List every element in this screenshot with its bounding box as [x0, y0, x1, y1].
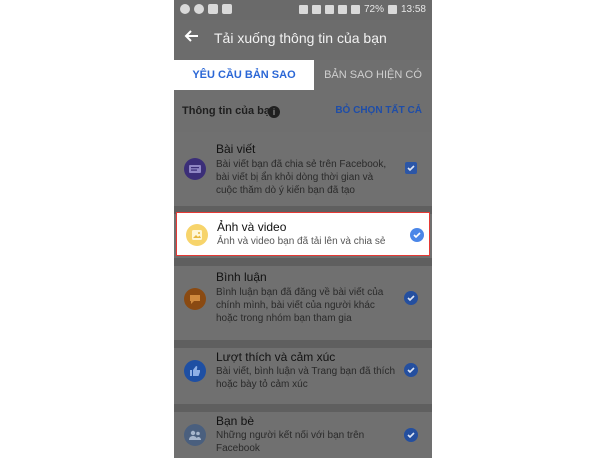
item-description: Bình luận bạn đã đăng về bài viết của ch…	[216, 287, 384, 324]
comments-icon	[184, 288, 206, 310]
list-item-photos-videos[interactable]: Ảnh và video Ảnh và video bạn đã tải lên…	[176, 212, 430, 256]
info-icon[interactable]: i	[268, 106, 280, 118]
system-icons: 72% 13:58	[298, 4, 426, 15]
alarm-icon	[324, 5, 334, 14]
checkbox-checked-icon[interactable]	[404, 363, 418, 377]
clock: 13:58	[400, 4, 426, 15]
checkbox-checked-icon[interactable]	[405, 162, 417, 174]
gallery-notification-icon	[208, 4, 218, 14]
list-item-likes-reactions[interactable]: Lượt thích và cảm xúc Bài viết, bình luậ…	[174, 348, 432, 404]
checkbox-checked-icon[interactable]	[404, 291, 418, 305]
mute-icon	[311, 5, 321, 14]
list-item-posts[interactable]: Bài viết Bài viết bạn đã chia sẻ trên Fa…	[174, 132, 432, 206]
battery-percent: 72%	[363, 4, 384, 15]
list-item-friends[interactable]: Bạn bè Những người kết nối với bạn trên …	[174, 412, 432, 458]
page-title: Tải xuống thông tin của bạn	[214, 30, 387, 46]
facebook-notification-icon	[180, 4, 190, 14]
item-description: Ảnh và video bạn đã tải lên và chia sẻ	[217, 236, 386, 247]
deselect-all-button[interactable]: BỎ CHỌN TẤT CẢ	[335, 105, 422, 116]
item-description: Những người kết nối với bạn trên Faceboo…	[216, 430, 365, 454]
checkbox-checked-icon[interactable]	[404, 428, 418, 442]
divider	[174, 258, 432, 266]
item-description: Bài viết bạn đã chia sẻ trên Facebook, b…	[216, 159, 387, 196]
item-title: Bạn bè	[216, 414, 255, 428]
like-icon	[184, 360, 206, 382]
signal-icon	[350, 5, 360, 14]
tab-available-copies[interactable]: BẢN SAO HIỆN CÓ	[314, 60, 432, 90]
photos-icon	[186, 224, 208, 246]
tab-bar: YÊU CẦU BẢN SAO BẢN SAO HIỆN CÓ	[174, 60, 432, 90]
divider	[174, 404, 432, 412]
item-title: Ảnh và video	[217, 220, 287, 234]
posts-icon	[184, 158, 206, 180]
status-bar: 72% 13:58	[174, 0, 432, 20]
calendar-notification-icon	[222, 4, 232, 14]
item-title: Bài viết	[216, 142, 256, 156]
wifi-icon	[337, 5, 347, 14]
list-item-comments[interactable]: Bình luận Bình luận bạn đã đăng về bài v…	[174, 266, 432, 340]
notification-icons	[180, 4, 232, 14]
app-bar: Tải xuống thông tin của bạn	[174, 20, 432, 60]
item-description: Bài viết, bình luận và Trang bạn đã thíc…	[216, 366, 396, 390]
item-title: Lượt thích và cảm xúc	[216, 350, 336, 364]
section-header: Thông tin của bạn i BỎ CHỌN TẤT CẢ	[174, 90, 432, 132]
bluetooth-icon	[298, 5, 308, 14]
tab-request-copy[interactable]: YÊU CẦU BẢN SAO	[174, 60, 314, 90]
battery-icon	[387, 5, 397, 14]
item-title: Bình luận	[216, 270, 267, 284]
divider	[174, 340, 432, 348]
arrow-left-icon[interactable]	[184, 28, 200, 48]
section-label: Thông tin của bạn	[182, 105, 277, 117]
friends-icon	[184, 424, 206, 446]
checkbox-checked-icon[interactable]	[410, 228, 424, 242]
messenger-notification-icon	[194, 4, 204, 14]
